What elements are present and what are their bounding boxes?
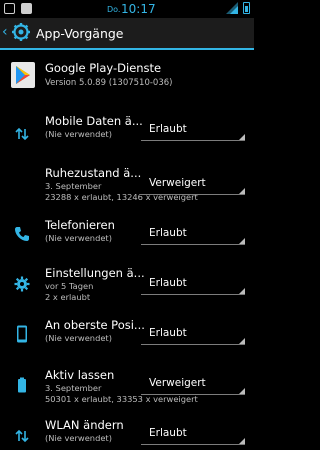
app-header: Google Play-Dienste Version 5.0.89 (1307… <box>0 52 254 106</box>
action-bar: ‹ App-Vorgänge <box>0 18 254 50</box>
phone-icon <box>15 227 29 241</box>
page-title: App-Vorgänge <box>36 26 124 41</box>
status-time: 10:17 <box>121 2 156 16</box>
dropdown-triangle-icon <box>239 438 245 444</box>
up-navigation-icon[interactable]: ‹ <box>2 24 8 40</box>
op-detail: 50301 x erlaubt, 33353 x verweigert <box>45 394 198 404</box>
status-bar: Do. 10:17 <box>0 0 254 18</box>
permission-spinner[interactable]: Erlaubt <box>141 223 245 245</box>
op-title: An oberste Posi... <box>45 318 145 332</box>
camera-notification-icon <box>21 3 32 14</box>
permission-spinner[interactable]: Erlaubt <box>141 273 245 295</box>
phone-device-icon <box>17 325 27 343</box>
sync-arrows-icon <box>15 127 29 141</box>
op-detail: (Nie verwendet) <box>45 233 112 243</box>
dropdown-triangle-icon <box>239 338 245 344</box>
op-detail: (Nie verwendet) <box>45 129 112 139</box>
op-detail: (Nie verwendet) <box>45 333 112 343</box>
op-title: Ruhezustand ä... <box>45 166 142 180</box>
op-detail: vor 5 Tagen <box>45 281 94 291</box>
spinner-value: Verweigert <box>149 177 206 189</box>
op-detail: (Nie verwendet) <box>45 433 112 443</box>
google-play-services-icon <box>11 62 35 88</box>
spinner-value: Erlaubt <box>149 427 187 439</box>
permission-spinner[interactable]: Verweigert <box>141 373 245 395</box>
status-day: Do. <box>107 5 121 14</box>
spinner-value: Erlaubt <box>149 227 187 239</box>
dropdown-triangle-icon <box>239 238 245 244</box>
op-detail: 3. September <box>45 181 102 191</box>
op-title: Mobile Daten ä... <box>45 114 143 128</box>
gallery-notification-icon <box>4 3 15 14</box>
spinner-value: Verweigert <box>149 377 206 389</box>
dropdown-triangle-icon <box>239 134 245 140</box>
op-title: Telefonieren <box>45 218 115 232</box>
op-detail: 2 x erlaubt <box>45 292 91 302</box>
settings-gear-icon <box>14 276 30 292</box>
op-row-draw-on-top: An oberste Posi... (Nie verwendet) Erlau… <box>0 314 254 366</box>
app-name: Google Play-Dienste <box>45 61 162 75</box>
permission-spinner[interactable]: Verweigert <box>141 173 245 195</box>
spinner-value: Erlaubt <box>149 327 187 339</box>
dropdown-triangle-icon <box>239 188 245 194</box>
op-row-wifi: WLAN ändern (Nie verwendet) Erlaubt <box>0 414 254 450</box>
op-row-phone: Telefonieren (Nie verwendet) Erlaubt <box>0 212 254 264</box>
app-version: Version 5.0.89 (1307510-036) <box>45 78 173 88</box>
op-row-settings: Einstellungen ä... vor 5 Tagen 2 x erlau… <box>0 262 254 314</box>
dropdown-triangle-icon <box>239 288 245 294</box>
op-row-mobile-data: Mobile Daten ä... (Nie verwendet) Erlaub… <box>0 108 254 160</box>
signal-icon <box>226 2 238 14</box>
op-title: Aktiv lassen <box>45 368 115 382</box>
spinner-value: Erlaubt <box>149 277 187 289</box>
permission-spinner[interactable]: Erlaubt <box>141 423 245 445</box>
battery-icon <box>18 377 26 393</box>
op-title: Einstellungen ä... <box>45 266 145 280</box>
permission-spinner[interactable]: Erlaubt <box>141 119 245 141</box>
op-row-keep-awake: Aktiv lassen 3. September 50301 x erlaub… <box>0 364 254 416</box>
op-detail: 3. September <box>45 383 102 393</box>
spinner-value: Erlaubt <box>149 123 187 135</box>
sync-arrows-icon <box>15 429 29 443</box>
dropdown-triangle-icon <box>239 388 245 394</box>
battery-status-icon <box>243 2 250 14</box>
op-row-sleep: Ruhezustand ä... 3. September 23288 x er… <box>0 160 254 212</box>
permission-spinner[interactable]: Erlaubt <box>141 323 245 345</box>
settings-app-icon[interactable] <box>11 22 31 42</box>
op-title: WLAN ändern <box>45 418 124 432</box>
